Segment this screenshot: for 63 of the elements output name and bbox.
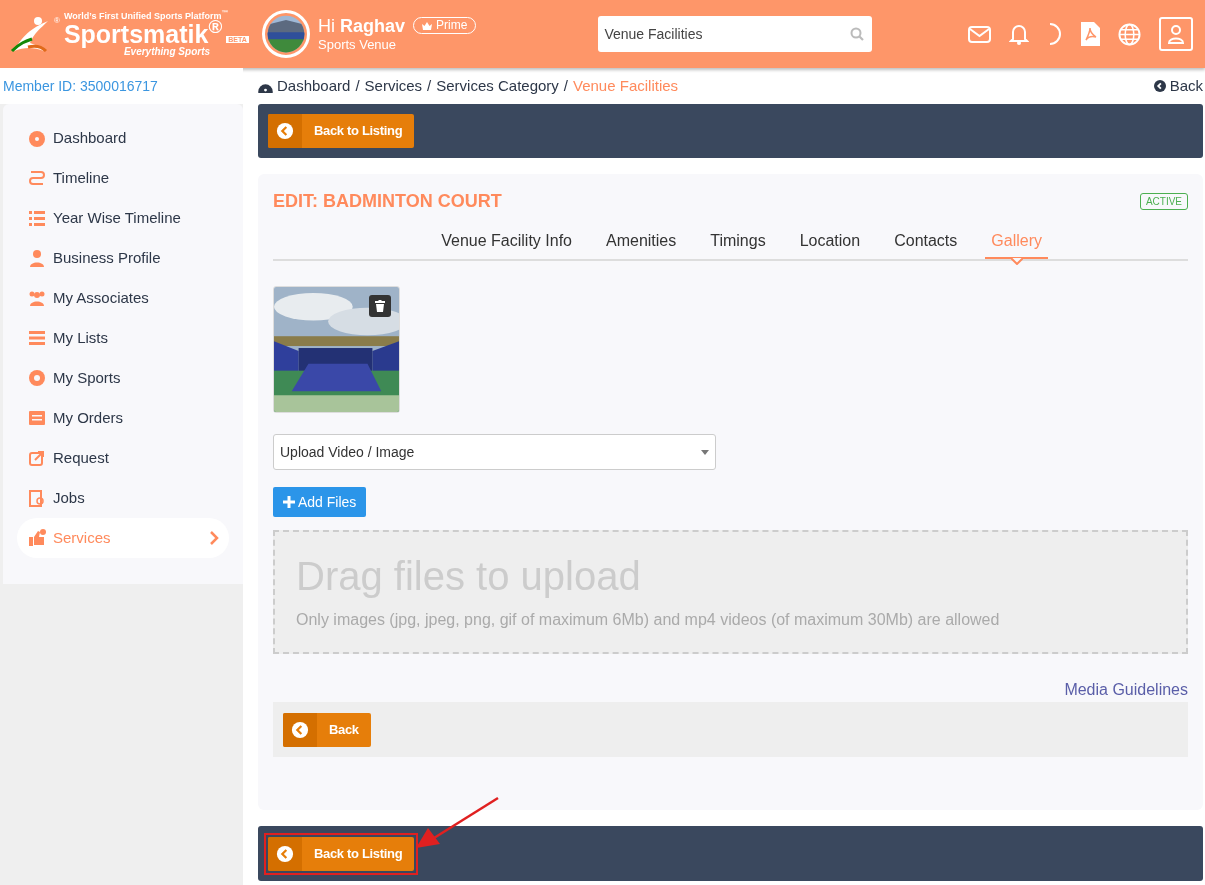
pdf-file-icon[interactable] [1081,22,1100,46]
chevron-left-icon [276,844,294,863]
sidebar-item[interactable]: My Sports [17,358,229,398]
thumbs-up-icon [27,528,47,548]
caret-icon [701,449,709,455]
crown-icon [422,21,433,30]
list-icon [27,328,47,348]
sidebar-item[interactable]: Jobs [17,478,229,518]
search-field[interactable]: Venue Facilities [598,16,873,52]
tab[interactable]: Timings [704,229,772,259]
tab-pointer [1010,258,1023,265]
tab[interactable]: Contacts [888,229,964,259]
sidebar-item[interactable]: Timeline [17,158,229,198]
chevron-left-icon [1153,80,1166,92]
sidebar-item[interactable]: Request [17,438,229,478]
sidebar-item[interactable]: My Lists [17,318,229,358]
back-link[interactable]: Back [1153,74,1203,98]
sidebar-item[interactable]: My Orders [17,398,229,438]
breadcrumb-link[interactable]: Dashboard [277,74,351,98]
greeting: Hi Raghav [318,14,406,38]
sidebar-item[interactable]: Business Profile [17,238,229,278]
user-icon [1168,24,1184,44]
trash-icon [375,300,385,312]
breadcrumb-separator: / [427,75,432,96]
logo-wordmark: Sportsmatik$^{®}$ [63,20,223,47]
timeline-icon [27,168,47,188]
clipboard-search-icon [27,488,47,508]
sidebar-item[interactable]: Dashboard [17,118,229,158]
breadcrumb-separator: / [563,75,568,96]
chevron-left-icon [291,720,309,739]
registered-mark: ® [54,15,60,27]
media-guidelines-link[interactable]: Media Guidelines [1064,678,1188,702]
card-title: EDIT: BADMINTON COURT [273,190,502,213]
logo-tagline: World’s First Unified Sports Platform$^{™}$ [63,11,230,21]
avatar[interactable] [262,10,310,58]
bell-icon[interactable] [1009,23,1029,45]
user-role: Sports Venue [318,37,398,54]
chevron-right-icon [209,531,219,545]
sidebar-item[interactable]: Year Wise Timeline [17,198,229,238]
member-id: Member ID: 3500016717 [3,76,158,96]
search-icon [850,27,865,41]
chevron-left-icon [276,122,294,140]
moon-icon[interactable] [1047,23,1063,45]
plus-icon [283,496,295,508]
breadcrumb-separator: / [355,75,360,96]
delete-button[interactable] [369,295,391,317]
status-badge: ACTIVE [1139,193,1188,210]
share-icon [27,448,47,468]
breadcrumb-link[interactable]: Services [364,74,423,98]
tab[interactable]: Amenities [600,229,683,259]
breadcrumb-link[interactable]: Services Category [436,74,559,98]
tab[interactable]: Venue Facility Info [435,229,578,259]
sidebar-item[interactable]: My Associates [17,278,229,318]
upload-type-select[interactable]: Upload Video / Image [273,434,716,470]
list-icon [27,208,47,228]
dropzone-hint: Only images (jpg, jpeg, png, gif of maximum 6Mb) and mp4 videos (of maximum 30Mb) are allowed [296,610,1001,630]
logo-slogan: Everything Sports [123,46,212,57]
profile-button[interactable] [1159,17,1193,51]
mail-icon[interactable] [968,25,991,43]
orders-icon [27,408,47,428]
globe-icon[interactable] [1118,22,1141,46]
user-icon [27,248,47,268]
tab[interactable]: Location [793,229,867,259]
